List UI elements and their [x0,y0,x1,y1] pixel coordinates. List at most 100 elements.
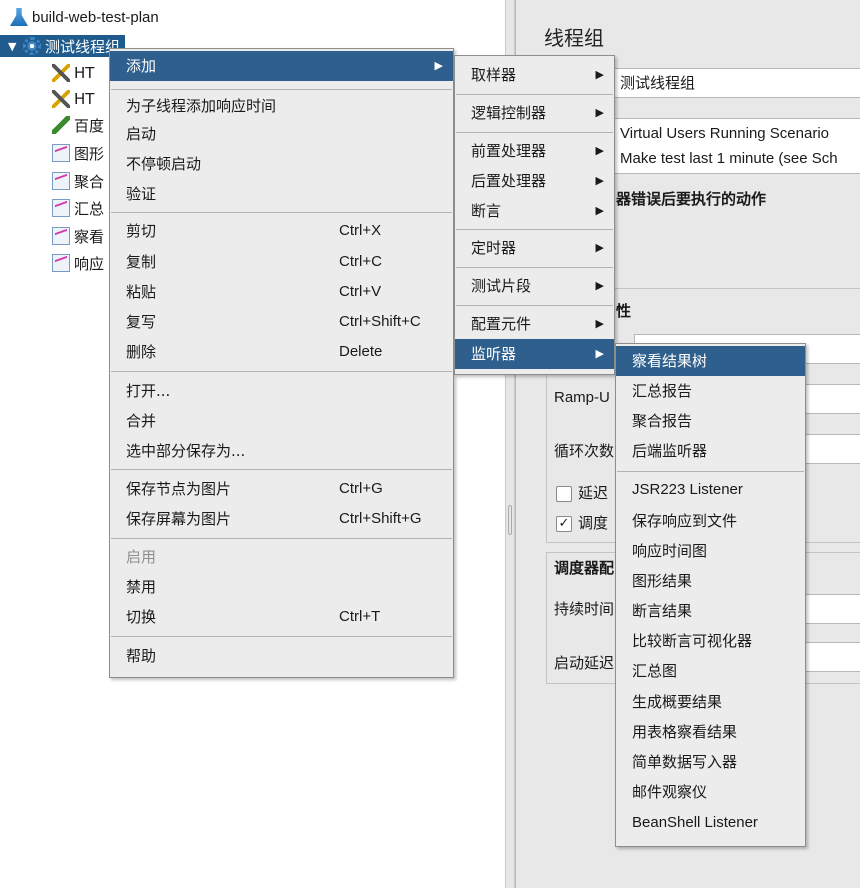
listener-graph-icon [52,144,70,162]
name-field[interactable]: 测试线程组 [611,68,860,98]
divider-grip[interactable] [508,505,512,535]
menu-separator [111,636,452,637]
listener-graph-icon [52,199,70,217]
tree-node-summary[interactable]: 汇总 [52,197,104,219]
add-submenu[interactable]: 取样器 ▶ 逻辑控制器 ▶ 前置处理器 ▶ 后置处理器 ▶ 断言 ▶ 定时器 ▶ 测试片段 ▶… [454,55,615,375]
listener-item-jsr223[interactable]: JSR223 Listener [616,475,805,505]
listener-item-view-results-tree[interactable]: 察看结果树 [616,346,805,376]
menu-item-merge[interactable]: 合并 [110,406,453,436]
delay-thread-checkbox[interactable]: 延迟 [556,482,608,503]
listener-item-generate-summary[interactable]: 生成概要结果 [616,687,805,717]
menu-item-label: 后置处理器 [471,172,547,190]
menu-item-label: 保存屏幕为图片 [126,510,232,528]
menu-item-label: 启用 [126,548,157,566]
menu-item-paste[interactable]: 粘贴 Ctrl+V [110,277,453,307]
submenu-item-pre-processor[interactable]: 前置处理器 ▶ [455,136,614,166]
menu-item-save-selection[interactable]: 选中部分保存为... [110,436,453,466]
menu-item-label: 复写 [126,313,157,331]
menu-item-cut[interactable]: 剪切 Ctrl+X [110,216,453,246]
duration-label: 持续时间 [554,600,615,618]
listener-item-view-results-table[interactable]: 用表格察看结果 [616,717,805,747]
menu-item-label: 断言结果 [632,602,693,620]
listener-graph-icon [52,172,70,190]
submenu-item-sampler[interactable]: 取样器 ▶ [455,60,614,90]
submenu-arrow-icon: ▶ [595,317,604,330]
menu-item-toggle[interactable]: 切换 Ctrl+T [110,602,453,632]
checkmark-icon[interactable]: ✓ [556,515,572,532]
submenu-item-listener[interactable]: 监听器 ▶ [455,339,614,369]
submenu-item-assertion[interactable]: 断言 ▶ [455,196,614,226]
tree-node-test-plan[interactable]: build-web-test-plan [10,6,159,28]
shortcut-label: Ctrl+Shift+G [339,510,422,527]
submenu-item-timer[interactable]: 定时器 ▶ [455,233,614,263]
menu-item-enable: 启用 [110,542,453,572]
tree-node-baidu[interactable]: 百度 [52,114,104,136]
listener-item-summary-report[interactable]: 汇总报告 [616,376,805,406]
menu-item-disable[interactable]: 禁用 [110,572,453,602]
menu-item-label: BeanShell Listener [632,814,758,831]
tree-node-label: 图形 [74,144,105,163]
menu-item-copy[interactable]: 复制 Ctrl+C [110,247,453,277]
menu-item-label: 断言 [471,202,502,220]
listener-item-aggregate-report[interactable]: 聚合报告 [616,406,805,436]
tree-node-http-request-2[interactable]: HT [52,88,94,110]
menu-item-start-no-pause[interactable]: 不停顿启动 [110,149,453,179]
submenu-item-logic-controller[interactable]: 逻辑控制器 ▶ [455,98,614,128]
checkbox-unchecked-icon[interactable] [556,485,572,502]
submenu-item-test-fragment[interactable]: 测试片段 ▶ [455,271,614,301]
menu-item-validate[interactable]: 验证 [110,179,453,209]
listener-submenu[interactable]: 察看结果树 汇总报告 聚合报告 后端监听器 JSR223 Listener 保存… [615,343,806,847]
listener-item-save-responses[interactable]: 保存响应到文件 [616,506,805,536]
menu-item-label: 聚合报告 [632,412,693,430]
tree-node-http-request-1[interactable]: HT [52,62,94,84]
menu-item-label: 定时器 [471,239,517,257]
menu-item-help[interactable]: 帮助 [110,641,453,671]
comments-field[interactable]: Virtual Users Running Scenario Make test… [611,118,860,174]
menu-item-open[interactable]: 打开... [110,376,453,406]
menu-separator [111,212,452,213]
menu-item-duplicate[interactable]: 复写 Ctrl+Shift+C [110,307,453,337]
menu-item-delete[interactable]: 删除 Delete [110,337,453,367]
menu-item-start[interactable]: 启动 [110,119,453,149]
submenu-item-config-element[interactable]: 配置元件 ▶ [455,309,614,339]
menu-item-label: 选中部分保存为... [126,442,246,460]
tree-node-graph[interactable]: 图形 [52,142,104,164]
menu-separator [111,469,452,470]
tree-node-label: HT [74,90,95,108]
tree-node-thread-group[interactable]: ▼ 测试线程组 [0,35,125,57]
checkbox-label: 延迟 [578,484,609,502]
scheduler-checkbox[interactable]: ✓ 调度 [556,512,608,533]
listener-item-assertion-results[interactable]: 断言结果 [616,596,805,626]
menu-item-label: 复制 [126,253,157,271]
rampup-label: Ramp-U [554,389,610,406]
expand-toggle-icon[interactable]: ▼ [8,40,20,53]
tree-node-view-results[interactable]: 察看 [52,225,104,247]
sampler-tool-icon [52,90,70,108]
listener-item-mailer-visualizer[interactable]: 邮件观察仪 [616,777,805,807]
listener-item-response-time-graph[interactable]: 响应时间图 [616,536,805,566]
submenu-item-post-processor[interactable]: 后置处理器 ▶ [455,166,614,196]
tree-node-response[interactable]: 响应 [52,252,104,274]
context-menu[interactable]: 添加 ▶ 为子线程添加响应时间 启动 不停顿启动 验证 剪切 Ctrl+X 复制 Ct… [109,48,454,678]
menu-item-save-screen-image[interactable]: 保存屏幕为图片 Ctrl+Shift+G [110,504,453,534]
listener-item-summary-graph[interactable]: 汇总图 [616,656,805,686]
tree-node-label: 聚合 [74,172,105,191]
listener-item-beanshell[interactable]: BeanShell Listener [616,808,805,838]
scheduler-config-heading: 调度器配 [554,559,615,577]
menu-item-add-response-time[interactable]: 为子线程添加响应时间 [110,91,453,121]
listener-item-compare-assertion[interactable]: 比较断言可视化器 [616,626,805,656]
listener-item-graph-results[interactable]: 图形结果 [616,566,805,596]
menu-item-add[interactable]: 添加 ▶ [110,51,453,81]
listener-item-backend-listener[interactable]: 后端监听器 [616,436,805,466]
menu-item-label: 比较断言可视化器 [632,632,753,650]
sampler-tool-icon [52,64,70,82]
loop-count-label: 循环次数 [554,442,615,460]
tree-node-label: 察看 [74,227,105,246]
listener-item-simple-data-writer[interactable]: 简单数据写入器 [616,747,805,777]
menu-separator [456,94,613,95]
tree-node-aggregate[interactable]: 聚合 [52,170,104,192]
error-action-heading: 器错误后要执行的动作 [616,190,767,208]
shortcut-label: Ctrl+T [339,608,381,625]
menu-separator [456,305,613,306]
menu-item-save-node-image[interactable]: 保存节点为图片 Ctrl+G [110,474,453,504]
